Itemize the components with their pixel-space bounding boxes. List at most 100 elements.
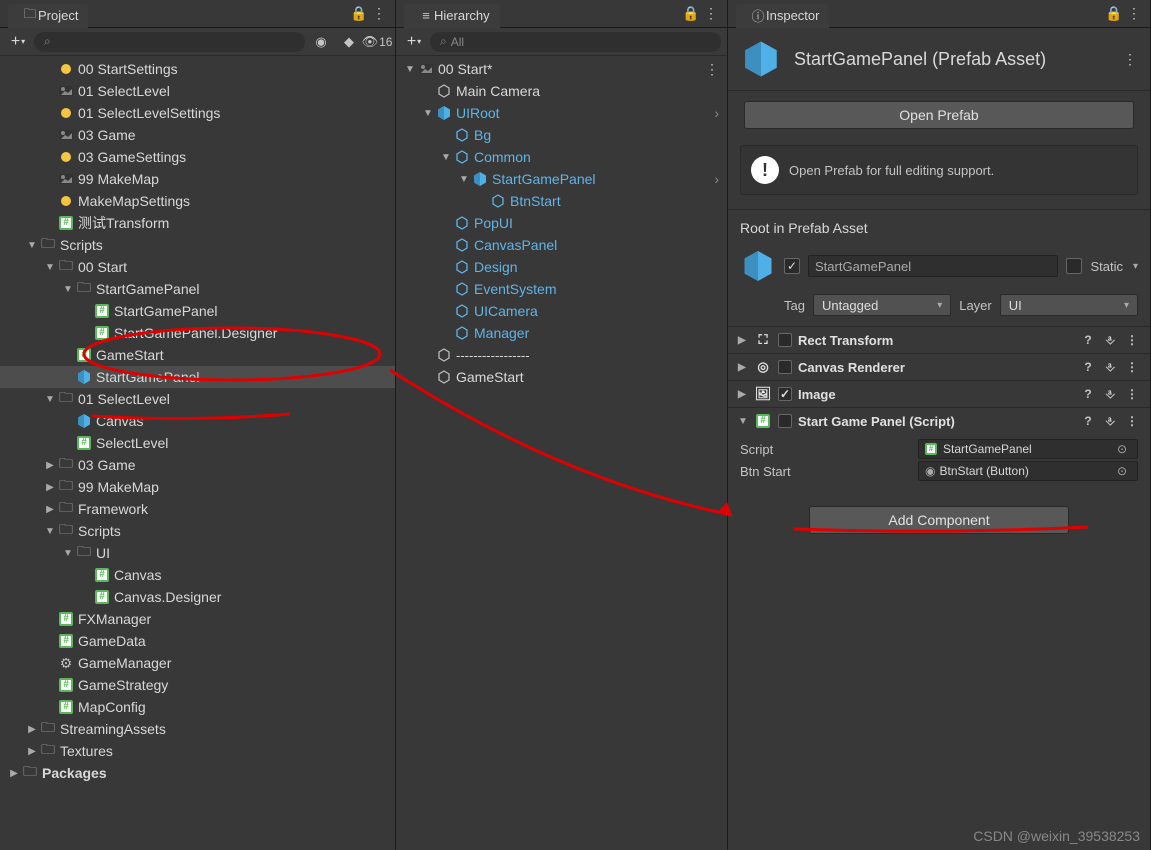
enable-checkbox[interactable] [778,414,792,428]
tree-row[interactable]: 03 GameSettings [0,146,395,168]
tree-row[interactable]: Common [396,146,727,168]
row-menu-icon[interactable]: ⋮ [705,61,727,78]
hierarchy-tree[interactable]: 00 Start*⋮Main CameraUIRoot›BgCommonStar… [396,56,727,850]
panel-menu-icon[interactable]: ⋮ [371,6,387,22]
tree-row[interactable]: 01 SelectLevel [0,80,395,102]
component-header[interactable]: ▶◎Canvas Renderer?⎀⋮ [728,354,1150,380]
component-menu-icon[interactable]: ⋮ [1122,51,1138,67]
component-menu-icon[interactable]: ⋮ [1124,333,1140,347]
tree-row[interactable]: Design [396,256,727,278]
tree-row[interactable]: #Canvas [0,564,395,586]
panel-menu-icon[interactable]: ⋮ [703,6,719,22]
hierarchy-search[interactable]: ⌕ All [430,32,721,52]
static-dropdown-icon[interactable]: ▾ [1133,261,1138,272]
prefab-open-icon[interactable]: › [714,105,727,121]
expand-arrow-icon[interactable] [44,394,56,405]
expand-arrow-icon[interactable] [8,768,20,779]
prefab-open-icon[interactable]: › [714,171,727,187]
object-picker-icon[interactable]: ⊙ [1117,442,1131,456]
help-icon[interactable]: ? [1080,414,1096,428]
fold-arrow-icon[interactable]: ▶ [738,389,748,400]
tree-row[interactable]: GameStart [396,366,727,388]
tree-row[interactable]: 🗀99 MakeMap [0,476,395,498]
tree-row[interactable]: ⚙GameManager [0,652,395,674]
filter-label-icon[interactable]: ◆ [337,32,361,52]
help-icon[interactable]: ? [1080,360,1096,374]
expand-arrow-icon[interactable] [422,108,434,119]
tree-row[interactable]: #SelectLevel [0,432,395,454]
tree-row[interactable]: 🗀UI [0,542,395,564]
tree-row[interactable]: MakeMapSettings [0,190,395,212]
hierarchy-tab[interactable]: ≡ Hierarchy [404,4,500,28]
tree-row[interactable]: CanvasPanel [396,234,727,256]
tree-row[interactable]: 🗀Textures [0,740,395,762]
expand-arrow-icon[interactable] [44,262,56,273]
tree-row[interactable]: 🗀Scripts [0,234,395,256]
component-header[interactable]: ▶⛶Rect Transform?⎀⋮ [728,327,1150,353]
expand-arrow-icon[interactable] [26,724,38,735]
tree-row[interactable]: UICamera [396,300,727,322]
tree-row[interactable]: #GameData [0,630,395,652]
lock-icon[interactable]: 🔒 [351,6,367,22]
tree-row[interactable]: #Canvas.Designer [0,586,395,608]
tree-row[interactable]: Manager [396,322,727,344]
object-name-field[interactable]: StartGamePanel [808,255,1058,277]
tree-row[interactable]: 🗀00 Start [0,256,395,278]
expand-arrow-icon[interactable] [26,746,38,757]
tree-row[interactable]: BtnStart [396,190,727,212]
component-menu-icon[interactable]: ⋮ [1124,360,1140,374]
tree-row[interactable]: 🗀03 Game [0,454,395,476]
tree-row[interactable]: 🗀StreamingAssets [0,718,395,740]
tree-row[interactable]: 03 Game [0,124,395,146]
expand-arrow-icon[interactable] [26,240,38,251]
create-button[interactable]: +▾ [6,32,30,52]
tree-row[interactable]: #FXManager [0,608,395,630]
project-tab[interactable]: 🗀 Project [8,4,88,28]
component-menu-icon[interactable]: ⋮ [1124,414,1140,428]
tag-dropdown[interactable]: Untagged▾ [813,294,951,316]
object-field[interactable]: ◉BtnStart (Button)⊙ [918,461,1138,481]
tree-row[interactable]: 00 Start*⋮ [396,58,727,80]
project-tree[interactable]: 00 StartSettings01 SelectLevel01 SelectL… [0,56,395,850]
tree-row[interactable]: 🗀Framework [0,498,395,520]
static-checkbox[interactable] [1066,258,1082,274]
expand-arrow-icon[interactable] [44,460,56,471]
open-prefab-button[interactable]: Open Prefab [744,101,1134,129]
tree-row[interactable]: UIRoot› [396,102,727,124]
tree-row[interactable]: ----------------- [396,344,727,366]
tree-row[interactable]: #MapConfig [0,696,395,718]
layer-dropdown[interactable]: UI▾ [1000,294,1138,316]
help-icon[interactable]: ? [1080,333,1096,347]
tree-row[interactable]: #GameStrategy [0,674,395,696]
tree-row[interactable]: #测试Transform [0,212,395,234]
tree-row[interactable]: 🗀Packages [0,762,395,784]
help-icon[interactable]: ? [1080,387,1096,401]
project-search[interactable]: ⌕ [34,32,305,52]
tree-row[interactable]: #GameStart [0,344,395,366]
tree-row[interactable]: StartGamePanel [0,366,395,388]
lock-icon[interactable]: 🔒 [1106,6,1122,22]
tree-row[interactable]: StartGamePanel› [396,168,727,190]
tree-row[interactable]: 🗀Scripts [0,520,395,542]
lock-icon[interactable]: 🔒 [683,6,699,22]
preset-icon[interactable]: ⎀ [1102,360,1118,375]
enable-checkbox[interactable] [778,360,792,374]
object-picker-icon[interactable]: ⊙ [1117,464,1131,478]
tree-row[interactable]: 🗀StartGamePanel [0,278,395,300]
fold-arrow-icon[interactable]: ▶ [738,362,748,373]
tree-row[interactable]: EventSystem [396,278,727,300]
preset-icon[interactable]: ⎀ [1102,387,1118,402]
expand-arrow-icon[interactable] [458,174,470,185]
expand-arrow-icon[interactable] [404,64,416,75]
component-header[interactable]: ▶🖼✓Image?⎀⋮ [728,381,1150,407]
tree-row[interactable]: 🗀01 SelectLevel [0,388,395,410]
object-field[interactable]: #StartGamePanel⊙ [918,439,1138,459]
inspector-tab[interactable]: ⓘ Inspector [736,4,829,28]
create-button[interactable]: +▾ [402,32,426,52]
tree-row[interactable]: Main Camera [396,80,727,102]
expand-arrow-icon[interactable] [440,152,452,163]
preset-icon[interactable]: ⎀ [1102,333,1118,348]
component-header[interactable]: ▼#Start Game Panel (Script)?⎀⋮ [728,408,1150,434]
panel-menu-icon[interactable]: ⋮ [1126,6,1142,22]
component-menu-icon[interactable]: ⋮ [1124,387,1140,401]
